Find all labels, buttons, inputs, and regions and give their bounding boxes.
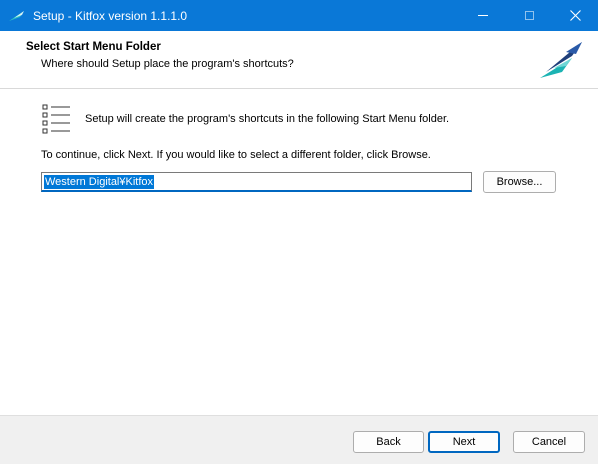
minimize-icon <box>478 15 488 16</box>
next-button[interactable]: Next <box>428 431 500 453</box>
window-title: Setup - Kitfox version 1.1.1.0 <box>33 9 188 23</box>
title-bar: Setup - Kitfox version 1.1.1.0 <box>0 0 598 31</box>
header-divider <box>0 88 598 89</box>
page-title: Select Start Menu Folder <box>26 41 161 53</box>
wizard-header: Select Start Menu Folder Where should Se… <box>0 31 598 89</box>
minimize-button[interactable] <box>460 0 506 31</box>
maximize-icon <box>524 11 534 20</box>
intro-text: Setup will create the program's shortcut… <box>85 113 450 125</box>
instruction-text: To continue, click Next. If you would li… <box>41 149 431 161</box>
folder-input-value: Western Digital¥Kitfox <box>44 175 155 189</box>
close-icon <box>569 10 581 21</box>
wizard-footer: Back Next Cancel <box>0 415 598 464</box>
browse-button[interactable]: Browse... <box>483 171 556 193</box>
back-button[interactable]: Back <box>353 431 424 453</box>
start-menu-folder-input[interactable]: Western Digital¥Kitfox <box>41 172 472 192</box>
close-button[interactable] <box>552 0 598 31</box>
maximize-button <box>506 0 552 31</box>
page-subtitle: Where should Setup place the program's s… <box>41 58 294 70</box>
start-menu-list-icon <box>42 104 70 134</box>
kitfox-logo <box>540 42 582 78</box>
cancel-button[interactable]: Cancel <box>513 431 585 453</box>
kitfox-bird-icon <box>9 11 24 21</box>
